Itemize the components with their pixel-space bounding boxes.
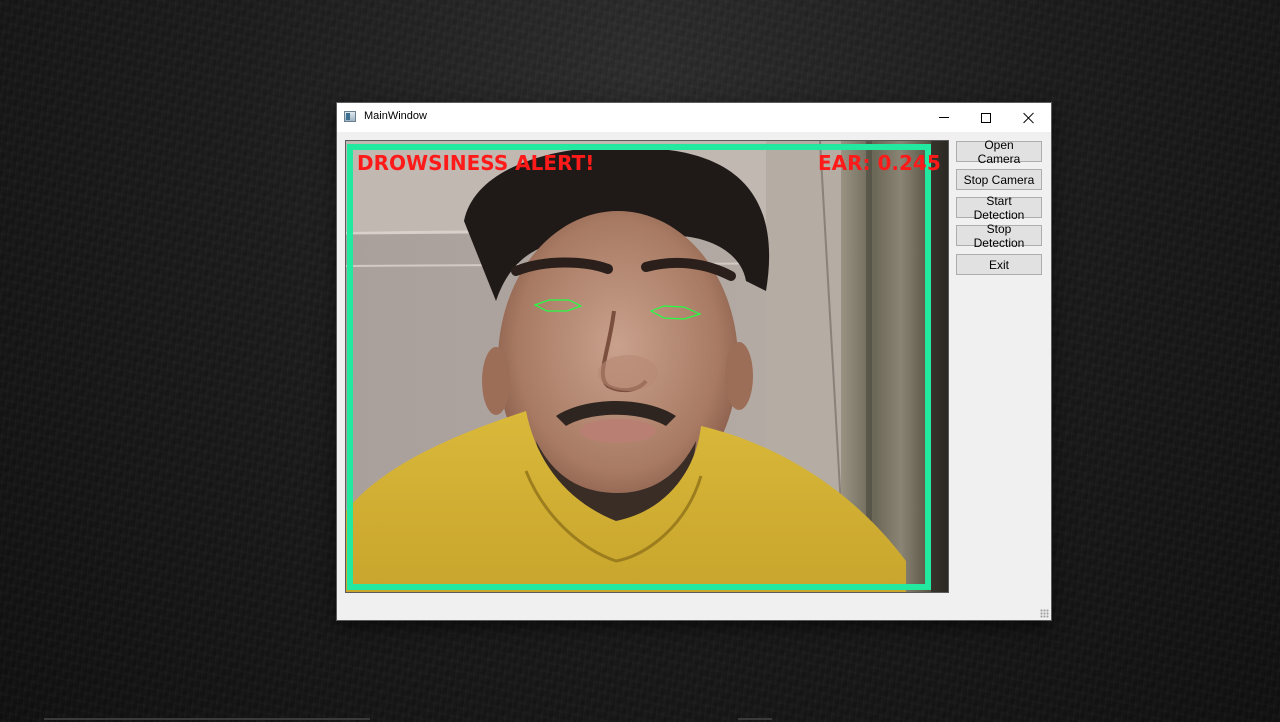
alert-frame-border [347, 144, 931, 590]
ear-value-readout: EAR: 0.245 [818, 151, 941, 175]
taskbar-edge [738, 718, 772, 720]
maximize-icon [981, 112, 991, 123]
app-window-icon [344, 111, 356, 122]
resize-grip-icon[interactable] [1040, 609, 1049, 618]
open-camera-button[interactable]: Open Camera [956, 138, 1042, 166]
close-icon [1023, 112, 1035, 124]
exit-button[interactable]: Exit [956, 254, 1042, 275]
stop-detection-button[interactable]: Stop Detection [956, 222, 1042, 250]
title-bar[interactable]: MainWindow [337, 103, 1051, 132]
taskbar-edge [44, 718, 370, 720]
stop-camera-button[interactable]: Stop Camera [956, 169, 1042, 190]
drowsiness-alert-text: DROWSINESS ALERT! [357, 151, 595, 175]
main-window: MainWindow DROWSINESS ALERT! EAR: 0.245 … [337, 103, 1051, 620]
window-title: MainWindow [364, 110, 427, 122]
close-button[interactable] [1007, 103, 1051, 132]
maximize-button[interactable] [964, 103, 1008, 132]
video-display: DROWSINESS ALERT! EAR: 0.245 [345, 140, 949, 593]
start-detection-button[interactable]: Start Detection [956, 194, 1042, 222]
minimize-icon [939, 117, 949, 118]
minimize-button[interactable] [922, 103, 966, 132]
